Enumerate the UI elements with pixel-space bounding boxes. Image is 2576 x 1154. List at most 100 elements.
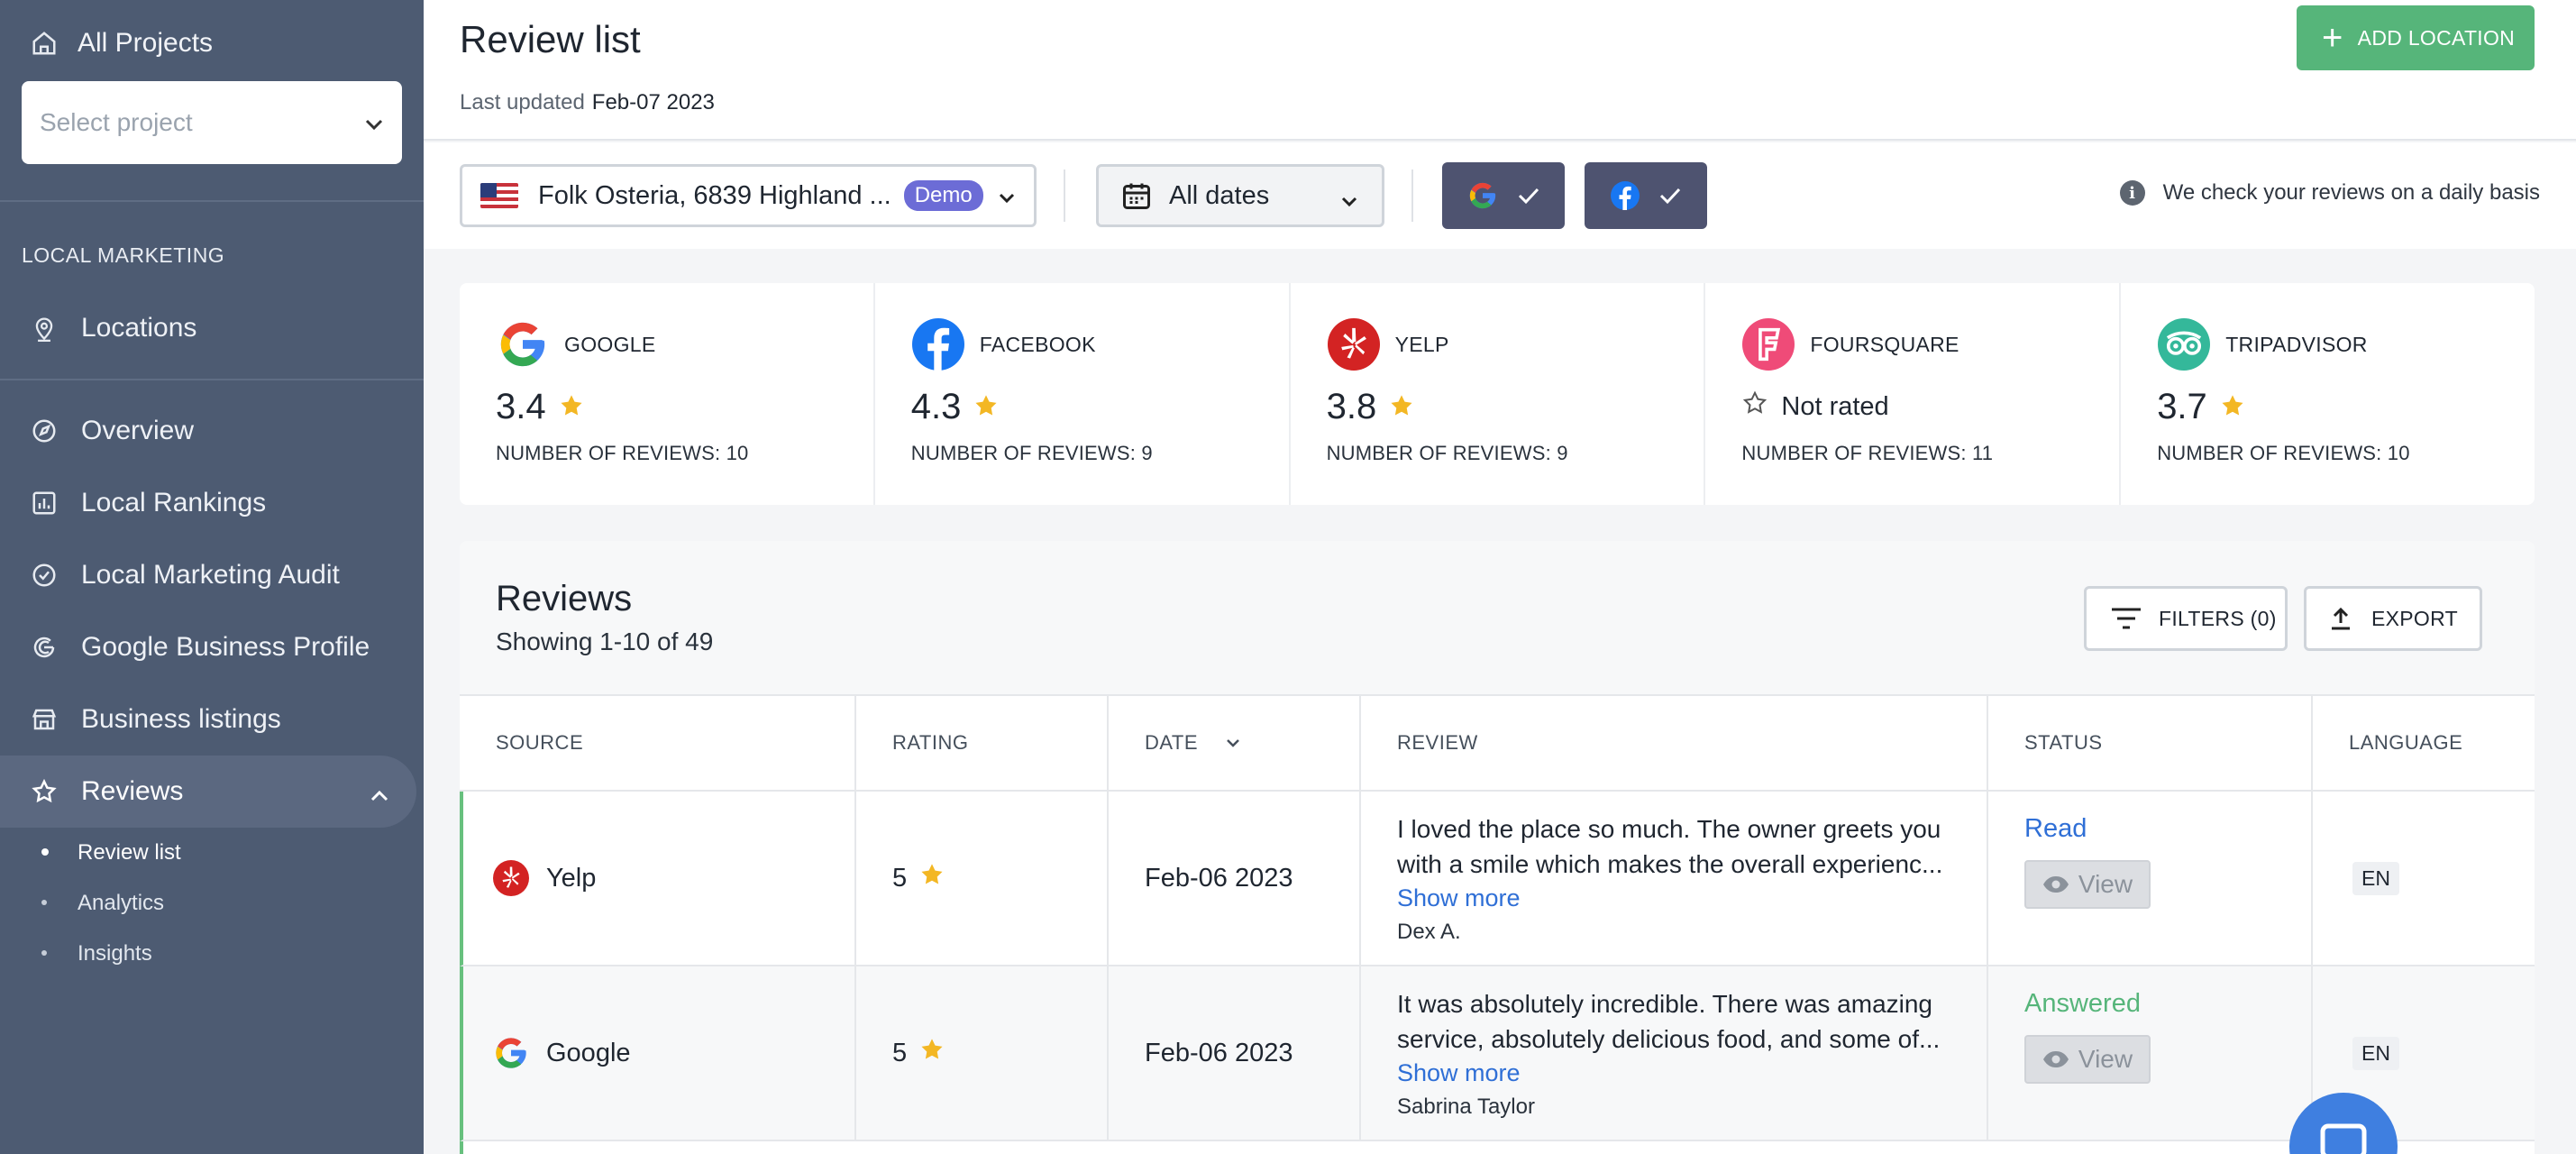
sidebar: All Projects Select project LOCAL MARKET… <box>0 0 424 1154</box>
column-header-source[interactable]: SOURCE <box>460 696 856 790</box>
status-badge: Answered <box>2024 989 2141 1018</box>
last-updated: Last updated Feb-07 2023 <box>460 90 715 115</box>
bar-chart-icon <box>29 488 59 518</box>
column-header-rating[interactable]: RATING <box>856 696 1109 790</box>
star-icon <box>973 387 999 427</box>
sidebar-item-local-marketing-audit[interactable]: Local Marketing Audit <box>0 539 416 611</box>
rating-card-foursquare: FOURSQUARE Not rated NUMBER OF REVIEWS: … <box>1705 283 2122 505</box>
sidebar-item-business-listings[interactable]: Business listings <box>0 683 416 756</box>
average-rating: 3.8 <box>1327 384 1704 429</box>
rating-value: 3.4 <box>496 386 546 426</box>
sidebar-item-label: Reviews <box>81 776 184 806</box>
eye-icon <box>2042 1051 2069 1067</box>
column-header-date[interactable]: DATE <box>1109 696 1361 790</box>
reviews-showing-count: Showing 1-10 of 49 <box>496 627 714 655</box>
sidebar-subitem-label: Review list <box>78 840 181 865</box>
column-header-language[interactable]: LANGUAGE <box>2313 696 2535 790</box>
sidebar-subitem-review-list[interactable]: Review list <box>41 840 181 866</box>
date-cell: Feb-06 2023 <box>1109 966 1361 1140</box>
sidebar-subitem-analytics[interactable]: Analytics <box>41 891 164 916</box>
sidebar-item-locations[interactable]: Locations <box>0 292 416 364</box>
star-icon <box>1389 387 1414 427</box>
view-label: View <box>2078 870 2133 898</box>
sidebar-item-overview[interactable]: Overview <box>0 395 416 467</box>
facebook-logo-icon <box>911 317 965 371</box>
review-text: I loved the place so much. The owner gre… <box>1397 815 1943 878</box>
show-more-link[interactable]: Show more <box>1397 882 1959 914</box>
all-projects-link[interactable]: All Projects <box>0 0 424 87</box>
sidebar-item-reviews[interactable]: Reviews <box>0 756 416 828</box>
sidebar-item-label: Local Rankings <box>81 488 267 517</box>
rating-value: 5 <box>892 1038 908 1067</box>
chevron-up-icon[interactable] <box>370 779 389 810</box>
source-name: FACEBOOK <box>979 332 1096 356</box>
google-logo-icon <box>496 317 550 371</box>
filter-toolbar: Folk Osteria, 6839 Highland ... Demo All… <box>424 142 2576 249</box>
sidebar-item-google-business-profile[interactable]: Google Business Profile <box>0 611 416 683</box>
table-row: Yelp 5 Feb-06 2023 I loved the place so … <box>460 792 2535 966</box>
sidebar-item-local-rankings[interactable]: Local Rankings <box>0 467 416 539</box>
date-range-dropdown[interactable]: All dates <box>1096 164 1384 227</box>
review-count: NUMBER OF REVIEWS: 10 <box>2157 442 2410 464</box>
facebook-source-toggle[interactable] <box>1585 162 1707 229</box>
view-button[interactable]: View <box>2024 860 2151 909</box>
upload-icon <box>2330 607 2352 630</box>
source-name: YELP <box>1394 332 1449 356</box>
rating-card-tripadvisor: TRIPADVISOR 3.7 NUMBER OF REVIEWS: 10 <box>2121 283 2535 505</box>
source-name: TRIPADVISOR <box>2225 332 2368 356</box>
chevron-down-icon <box>998 181 1016 211</box>
compass-icon <box>29 416 59 446</box>
view-label: View <box>2078 1045 2133 1073</box>
review-count: NUMBER OF REVIEWS: 9 <box>1326 442 1568 464</box>
main-content: Review list Last updated Feb-07 2023 + AD… <box>424 0 2576 1154</box>
column-header-date-label: DATE <box>1145 731 1199 754</box>
star-icon <box>2220 387 2245 427</box>
add-location-button[interactable]: + ADD LOCATION <box>2297 5 2535 70</box>
last-updated-label: Last updated <box>460 90 585 114</box>
sidebar-subitem-insights[interactable]: Insights <box>41 941 152 966</box>
google-source-toggle[interactable] <box>1442 162 1565 229</box>
sidebar-item-label: Google Business Profile <box>81 632 370 662</box>
view-button[interactable]: View <box>2024 1035 2151 1084</box>
reviews-panel: Reviews Showing 1-10 of 49 FILTERS (0) E… <box>460 541 2535 1154</box>
export-button[interactable]: EXPORT <box>2304 586 2482 651</box>
average-rating: 3.4 <box>496 384 873 429</box>
date-cell: Feb-06 2023 <box>1109 792 1361 965</box>
toolbar-divider <box>1411 169 1413 222</box>
demo-badge: Demo <box>903 180 983 211</box>
review-cell: I loved the place so much. The owner gre… <box>1361 792 1988 965</box>
table-row <box>460 1141 2535 1154</box>
filters-button[interactable]: FILTERS (0) <box>2084 586 2288 651</box>
sidebar-divider <box>0 200 424 202</box>
last-updated-value: Feb-07 2023 <box>591 90 715 114</box>
daily-check-info: i We check your reviews on a daily basis <box>2119 180 2540 206</box>
yelp-logo-icon <box>492 859 530 897</box>
table-row: Google 5 Feb-06 2023 It was absolutely i… <box>460 966 2535 1141</box>
toolbar-divider <box>1064 169 1065 222</box>
checkmark-icon <box>1518 187 1539 205</box>
rating-value: 4.3 <box>910 386 962 426</box>
location-dropdown[interactable]: Folk Osteria, 6839 Highland ... Demo <box>460 164 1037 227</box>
show-more-link[interactable]: Show more <box>1397 1057 1959 1089</box>
column-header-status[interactable]: STATUS <box>1988 696 2313 790</box>
star-icon <box>919 1037 945 1069</box>
language-badge: EN <box>2352 1036 2399 1070</box>
select-project-dropdown[interactable]: Select project <box>22 81 402 164</box>
language-cell: EN <box>2313 792 2535 965</box>
sidebar-subitem-label: Insights <box>78 941 152 966</box>
review-count: NUMBER OF REVIEWS: 10 <box>496 442 749 464</box>
calendar-icon <box>1120 179 1153 212</box>
rating-value: 3.7 <box>2157 386 2207 426</box>
home-icon <box>29 28 59 59</box>
bullet-icon <box>41 900 47 905</box>
all-projects-label: All Projects <box>78 28 214 58</box>
rating-cell: 5 <box>856 966 1109 1140</box>
sidebar-item-label: Local Marketing Audit <box>81 560 340 590</box>
chevron-down-icon <box>1340 185 1358 215</box>
review-date: Feb-06 2023 <box>1145 863 1293 893</box>
us-flag-icon <box>480 183 518 208</box>
chevron-down-icon <box>364 108 384 137</box>
rating-value: 3.8 <box>1326 386 1377 426</box>
source-name: FOURSQUARE <box>1810 332 1959 356</box>
star-icon <box>559 387 584 427</box>
